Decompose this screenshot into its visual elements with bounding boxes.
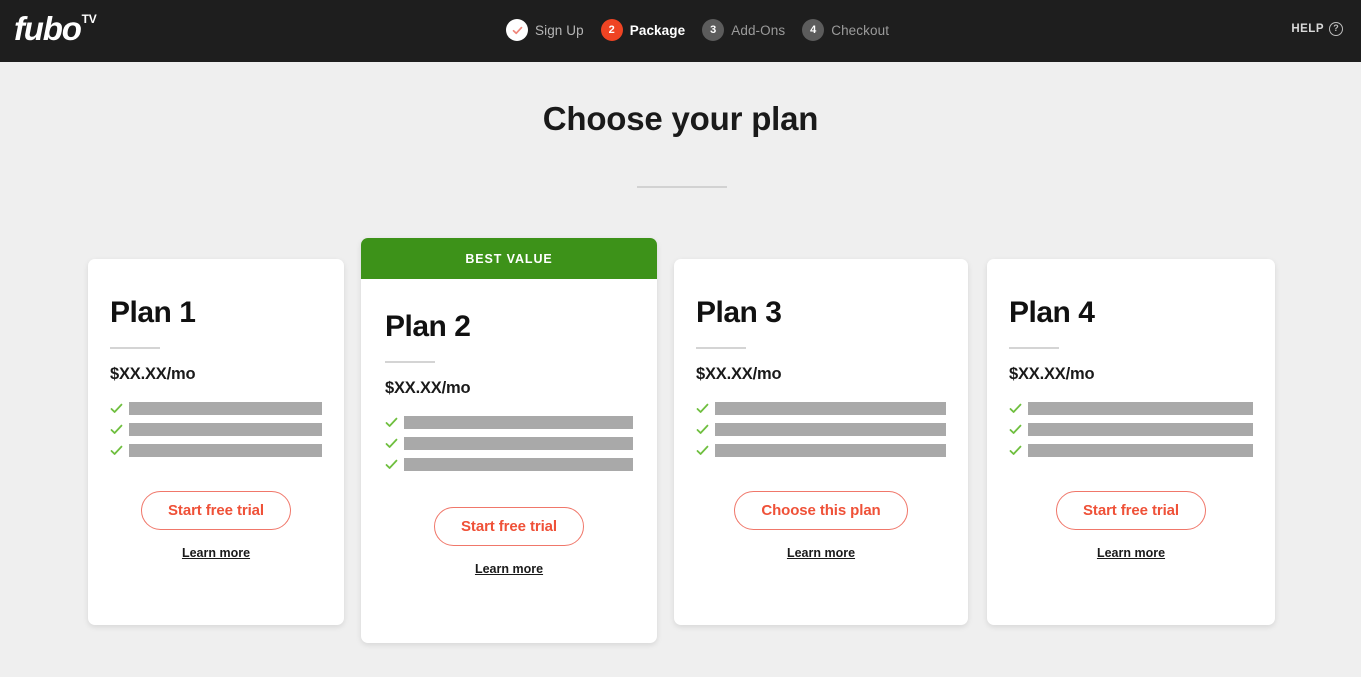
checkout-stepper: Sign Up 2 Package 3 Add-Ons 4 Checkout (506, 19, 889, 41)
step-package[interactable]: 2 Package (600, 19, 686, 41)
plan-4-name: Plan 4 (1009, 296, 1095, 329)
fubotv-logo[interactable]: fubo TV (14, 10, 97, 47)
list-item (696, 423, 946, 436)
plan-2-name: Plan 2 (385, 310, 471, 343)
plan-2-cta-wrap: Start free trial Learn more (385, 507, 633, 576)
feature-placeholder-bar (404, 437, 633, 450)
list-item (1009, 402, 1253, 415)
check-icon (385, 458, 398, 471)
plan-2-learn-more-link[interactable]: Learn more (385, 562, 633, 576)
plan-2-divider (385, 361, 435, 363)
step-3-badge: 3 (702, 19, 725, 41)
feature-placeholder-bar (715, 402, 946, 415)
plan-2-cta-button[interactable]: Start free trial (434, 507, 584, 546)
plan-4-cta-button[interactable]: Start free trial (1056, 491, 1206, 530)
plan-2-feature-list (385, 416, 633, 471)
plan-1-divider (110, 347, 160, 349)
plan-4-price: $XX.XX/mo (1009, 365, 1095, 383)
feature-placeholder-bar (1028, 402, 1253, 415)
feature-placeholder-bar (715, 423, 946, 436)
plan-1-learn-more-link[interactable]: Learn more (110, 546, 322, 560)
plan-4-learn-more-link[interactable]: Learn more (1009, 546, 1253, 560)
feature-placeholder-bar (715, 444, 946, 457)
feature-placeholder-bar (129, 402, 322, 415)
check-icon (385, 437, 398, 450)
check-icon (110, 444, 123, 457)
plan-card-3[interactable]: Plan 3 $XX.XX/mo Choose this plan Learn … (674, 259, 968, 625)
list-item (385, 437, 633, 450)
check-icon (1009, 402, 1022, 415)
plan-3-cta-wrap: Choose this plan Learn more (696, 491, 946, 560)
list-item (1009, 423, 1253, 436)
plan-4-feature-list (1009, 402, 1253, 457)
check-icon (1009, 423, 1022, 436)
step-3-label: Add-Ons (731, 22, 786, 38)
step-checkout[interactable]: 4 Checkout (802, 19, 889, 41)
plan-1-price: $XX.XX/mo (110, 365, 196, 383)
step-4-badge: 4 (802, 19, 825, 41)
help-label: HELP (1291, 23, 1324, 35)
plan-1-cta-wrap: Start free trial Learn more (110, 491, 322, 560)
plan-4-cta-wrap: Start free trial Learn more (1009, 491, 1253, 560)
feature-placeholder-bar (404, 458, 633, 471)
question-mark-circle-icon: ? (1329, 22, 1343, 36)
title-divider (637, 186, 727, 188)
logo-wordmark: fubo (14, 10, 82, 47)
check-icon (696, 444, 709, 457)
step-2-badge: 2 (600, 19, 623, 41)
list-item (110, 402, 322, 415)
feature-placeholder-bar (129, 444, 322, 457)
plan-2-price: $XX.XX/mo (385, 379, 471, 397)
help-button[interactable]: HELP ? (1291, 22, 1343, 36)
plan-1-feature-list (110, 402, 322, 457)
plan-card-4-body: Plan 4 $XX.XX/mo Start free trial Learn … (987, 259, 1275, 560)
check-icon (696, 423, 709, 436)
plan-card-1-body: Plan 1 $XX.XX/mo Start free trial Learn … (88, 259, 344, 560)
list-item (696, 444, 946, 457)
check-icon (110, 423, 123, 436)
feature-placeholder-bar (129, 423, 322, 436)
list-item (385, 458, 633, 471)
best-value-banner: BEST VALUE (361, 238, 657, 279)
plan-card-4[interactable]: Plan 4 $XX.XX/mo Start free trial Learn … (987, 259, 1275, 625)
feature-placeholder-bar (404, 416, 633, 429)
list-item (696, 402, 946, 415)
top-header-bar: fubo TV Sign Up 2 Package 3 Add-Ons 4 Ch… (0, 0, 1361, 62)
plan-card-1[interactable]: Plan 1 $XX.XX/mo Start free trial Learn … (88, 259, 344, 625)
plan-card-2[interactable]: BEST VALUE Plan 2 $XX.XX/mo Start free t… (361, 238, 657, 643)
plan-3-name: Plan 3 (696, 296, 782, 329)
step-1-check-icon (506, 19, 528, 41)
plan-card-2-body: Plan 2 $XX.XX/mo Start free trial Learn … (361, 279, 657, 576)
list-item (1009, 444, 1253, 457)
step-add-ons[interactable]: 3 Add-Ons (702, 19, 785, 41)
check-icon (385, 416, 398, 429)
plan-4-divider (1009, 347, 1059, 349)
plan-3-feature-list (696, 402, 946, 457)
step-sign-up[interactable]: Sign Up (506, 19, 584, 41)
feature-placeholder-bar (1028, 444, 1253, 457)
plan-3-learn-more-link[interactable]: Learn more (696, 546, 946, 560)
check-icon (696, 402, 709, 415)
plan-card-3-body: Plan 3 $XX.XX/mo Choose this plan Learn … (674, 259, 968, 560)
step-1-label: Sign Up (535, 22, 584, 38)
list-item (110, 423, 322, 436)
step-2-label: Package (629, 22, 686, 38)
step-4-label: Checkout (831, 22, 890, 38)
plan-1-cta-button[interactable]: Start free trial (141, 491, 291, 530)
page-title: Choose your plan (542, 100, 819, 137)
feature-placeholder-bar (1028, 423, 1253, 436)
check-icon (1009, 444, 1022, 457)
list-item (385, 416, 633, 429)
plan-3-divider (696, 347, 746, 349)
plan-3-cta-button[interactable]: Choose this plan (734, 491, 908, 530)
logo-superscript: TV (81, 12, 97, 26)
plan-1-name: Plan 1 (110, 296, 196, 329)
plan-3-price: $XX.XX/mo (696, 365, 782, 383)
plan-cards-container: Plan 1 $XX.XX/mo Start free trial Learn … (0, 238, 1361, 658)
check-icon (110, 402, 123, 415)
list-item (110, 444, 322, 457)
